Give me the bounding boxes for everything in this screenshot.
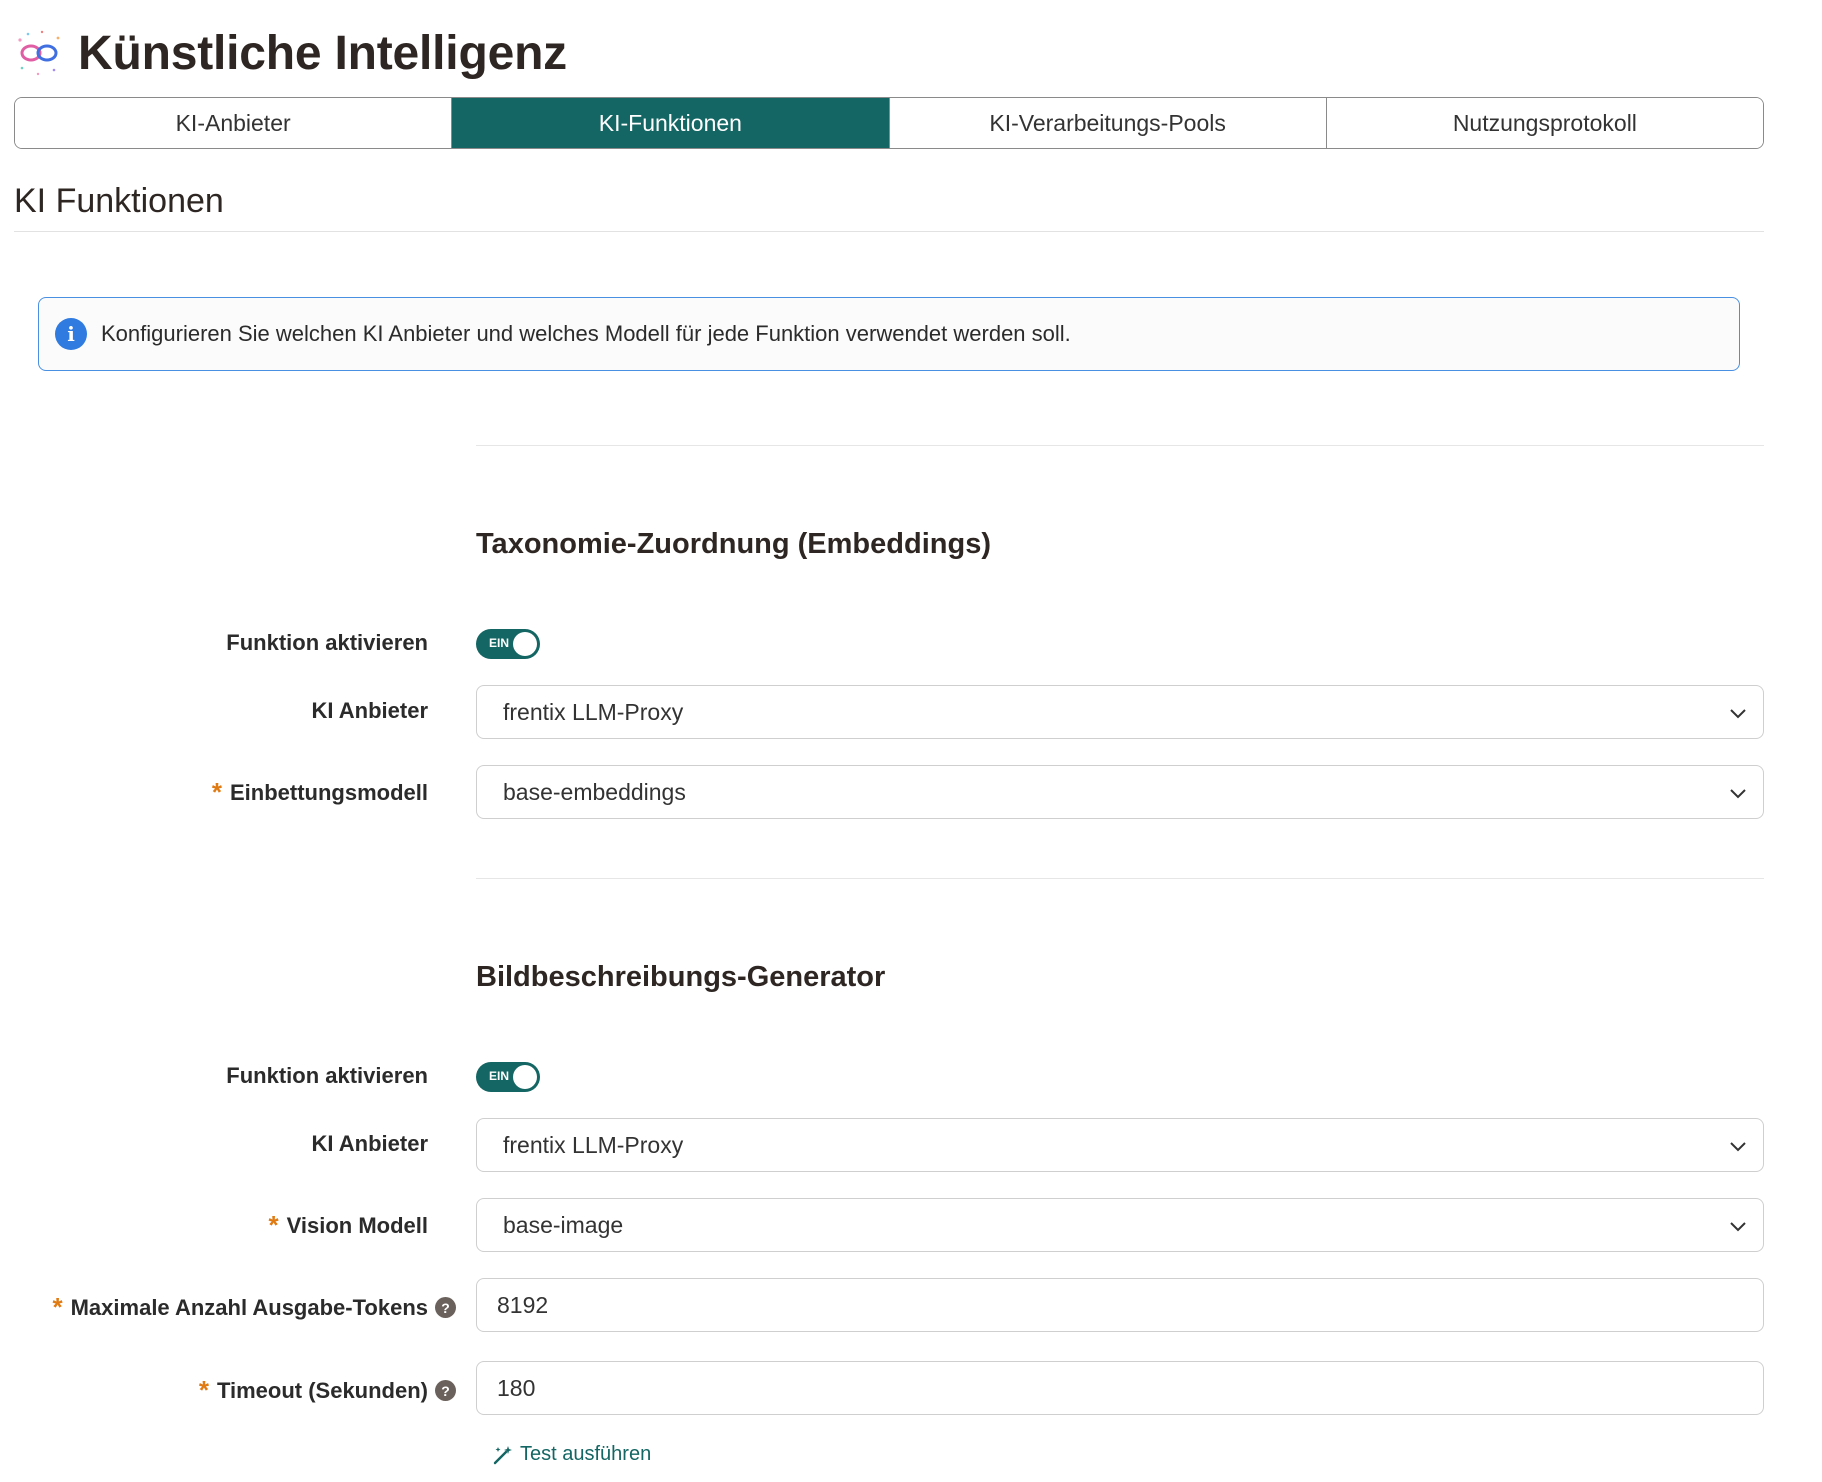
provider-label-text: KI Anbieter [311, 698, 428, 723]
chevron-down-icon [1730, 709, 1746, 719]
run-test-label: Test ausführen [520, 1443, 652, 1465]
required-icon: * [52, 1292, 63, 1322]
model-select-value: base-image [503, 1211, 624, 1238]
chevron-down-icon [1730, 1222, 1746, 1232]
tokens-label: * Maximale Anzahl Ausgabe-Tokens ? [52, 1292, 456, 1323]
help-icon[interactable]: ? [435, 1297, 456, 1318]
toggle-state: EIN [489, 636, 510, 650]
toggle-state: EIN [489, 1069, 510, 1083]
tab-ki-anbieter[interactable]: KI-Anbieter [15, 98, 453, 148]
info-alert: i Konfigurieren Sie welchen KI Anbieter … [38, 297, 1740, 371]
toggle-label-text: Funktion aktivieren [226, 1063, 428, 1088]
section-title: KI Funktionen [14, 182, 224, 220]
provider-label: KI Anbieter [311, 698, 428, 724]
chevron-down-icon [1730, 789, 1746, 799]
timeout-label: * Timeout (Sekunden) ? [199, 1375, 456, 1406]
max-tokens-input[interactable] [476, 1278, 1764, 1332]
toggle-label-text: Funktion aktivieren [226, 630, 428, 655]
page-header: Künstliche Intelligenz [14, 22, 567, 84]
required-icon: * [211, 777, 222, 807]
timeout-input[interactable] [476, 1361, 1764, 1415]
required-icon: * [268, 1210, 279, 1240]
toggle-label: Funktion aktivieren [226, 630, 428, 656]
info-text: Konfigurieren Sie welchen KI Anbieter un… [101, 321, 1071, 346]
provider-select-image-description[interactable]: frentix LLM-Proxy [476, 1118, 1764, 1172]
timeout-label-text: Timeout (Sekunden) [216, 1377, 428, 1403]
provider-select-value: frentix LLM-Proxy [503, 1131, 684, 1158]
model-label: * Vision Modell [268, 1210, 428, 1241]
help-icon[interactable]: ? [435, 1380, 456, 1401]
toggle-knob [513, 632, 537, 656]
info-icon: i [55, 318, 87, 350]
fieldset-divider [476, 878, 1764, 879]
model-select-value: base-embeddings [503, 778, 686, 805]
feature-title-embeddings: Taxonomie-Zuordnung (Embeddings) [476, 528, 991, 560]
model-label: * Einbettungsmodell [212, 777, 428, 808]
provider-label-text: KI Anbieter [311, 1131, 428, 1156]
page-title: Künstliche Intelligenz [78, 26, 567, 80]
toggle-knob [513, 1065, 537, 1089]
tokens-label-text: Maximale Anzahl Ausgabe-Tokens [70, 1294, 428, 1320]
required-icon: * [198, 1375, 209, 1405]
ai-infinity-icon [18, 30, 60, 76]
tab-nutzungsprotokoll[interactable]: Nutzungsprotokoll [1326, 98, 1763, 148]
model-select-embeddings[interactable]: base-embeddings [476, 765, 1764, 819]
provider-label: KI Anbieter [311, 1131, 428, 1157]
feature-title-image-description: Bildbeschreibungs-Generator [476, 961, 886, 993]
vision-model-select[interactable]: base-image [476, 1198, 1764, 1252]
tab-ki-funktionen[interactable]: KI-Funktionen [452, 98, 890, 148]
run-test-link[interactable]: Test ausführen [492, 1443, 651, 1466]
tab-bar: KI-Anbieter KI-Funktionen KI-Verarbeitun… [14, 97, 1764, 149]
section-divider [14, 231, 1764, 232]
model-label-text: Vision Modell [286, 1212, 428, 1238]
provider-select-value: frentix LLM-Proxy [503, 698, 684, 725]
feature-toggle-embeddings[interactable]: EIN [476, 629, 540, 659]
model-label-text: Einbettungsmodell [230, 779, 428, 805]
chevron-down-icon [1730, 1142, 1746, 1152]
toggle-label: Funktion aktivieren [226, 1063, 428, 1089]
fieldset-divider [476, 445, 1764, 446]
provider-select-embeddings[interactable]: frentix LLM-Proxy [476, 685, 1764, 739]
feature-toggle-image-description[interactable]: EIN [476, 1062, 540, 1092]
magic-wand-icon [493, 1445, 512, 1464]
tab-ki-verarbeitungs-pools[interactable]: KI-Verarbeitungs-Pools [889, 98, 1327, 148]
